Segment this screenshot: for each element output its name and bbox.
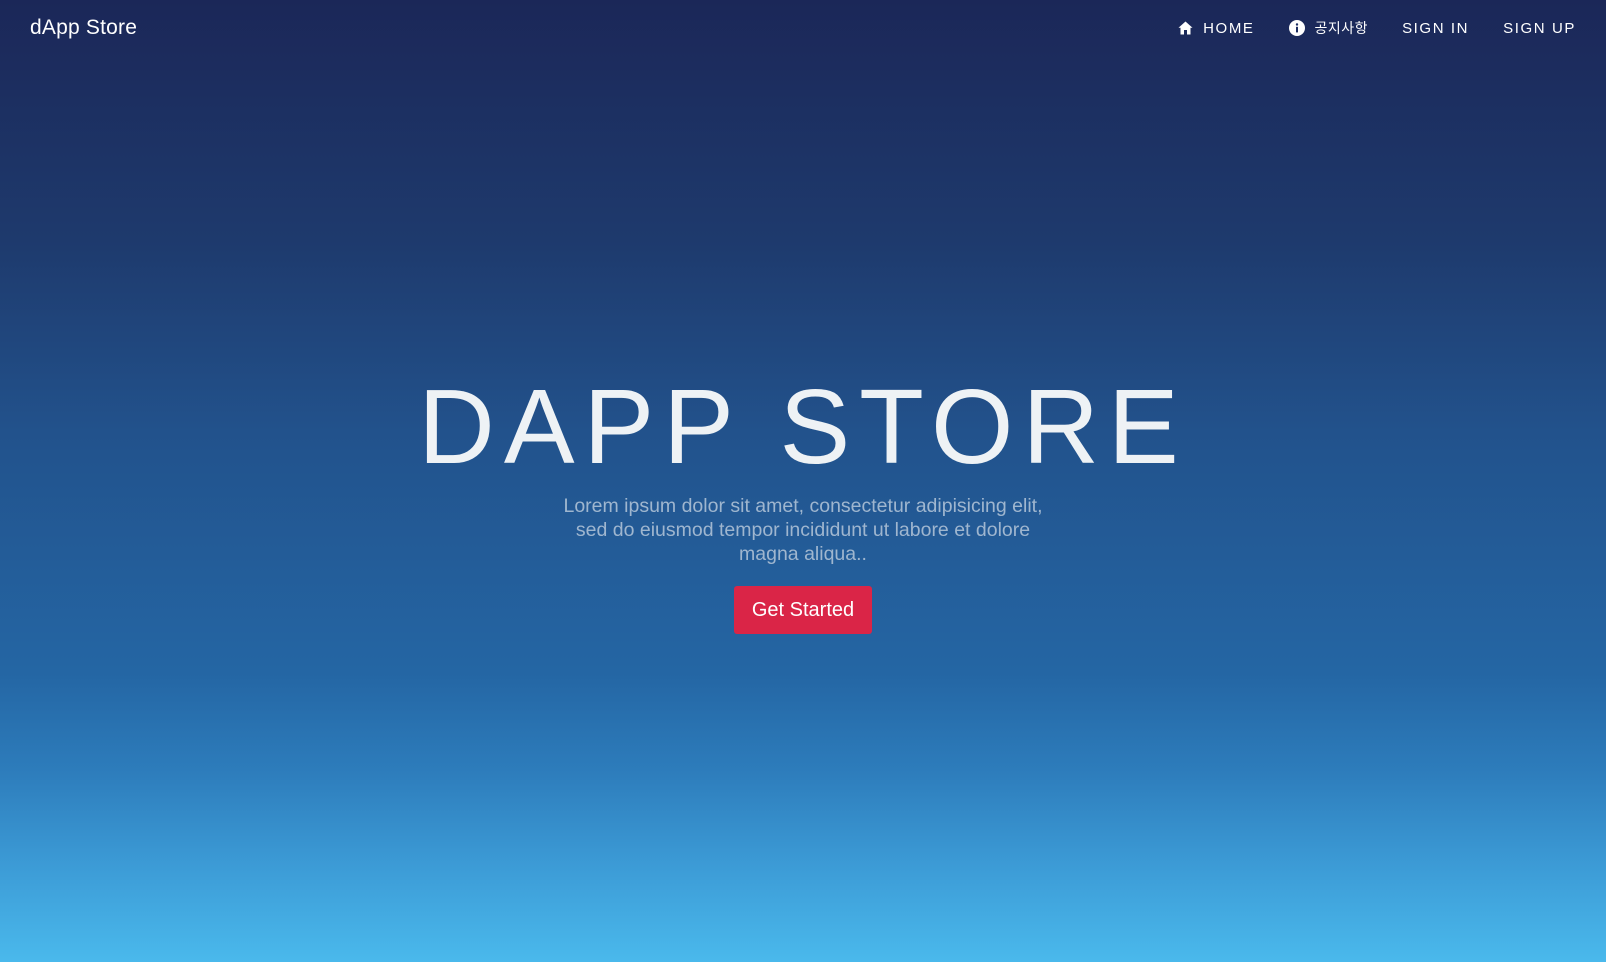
hero-subtitle: Lorem ipsum dolor sit amet, consectetur … xyxy=(563,495,1043,565)
hero-section: DAPP STORE Lorem ipsum dolor sit amet, c… xyxy=(0,360,1606,634)
nav-item-sign-up[interactable]: SIGN UP xyxy=(1503,0,1576,56)
home-icon xyxy=(1177,20,1193,36)
hero-title: DAPP STORE xyxy=(418,368,1188,486)
nav-item-home-label: HOME xyxy=(1203,19,1255,37)
top-navbar: dApp Store HOME 공지사항 SIGN IN SIGN UP xyxy=(0,0,1606,56)
get-started-button[interactable]: Get Started xyxy=(734,586,872,634)
nav-item-home[interactable]: HOME xyxy=(1177,0,1254,56)
info-icon xyxy=(1288,20,1305,36)
hero-background: dApp Store HOME 공지사항 SIGN IN SIGN UP DAP… xyxy=(0,0,1606,962)
nav-item-notice-label: 공지사항 xyxy=(1314,20,1369,36)
nav-item-sign-in[interactable]: SIGN IN xyxy=(1402,0,1469,56)
nav-item-sign-up-label: SIGN UP xyxy=(1503,19,1576,37)
nav-menu: HOME 공지사항 SIGN IN SIGN UP xyxy=(1143,0,1576,56)
nav-item-sign-in-label: SIGN IN xyxy=(1402,19,1470,37)
nav-item-notice[interactable]: 공지사항 xyxy=(1288,0,1369,56)
brand-logo-link[interactable]: dApp Store xyxy=(30,16,137,40)
